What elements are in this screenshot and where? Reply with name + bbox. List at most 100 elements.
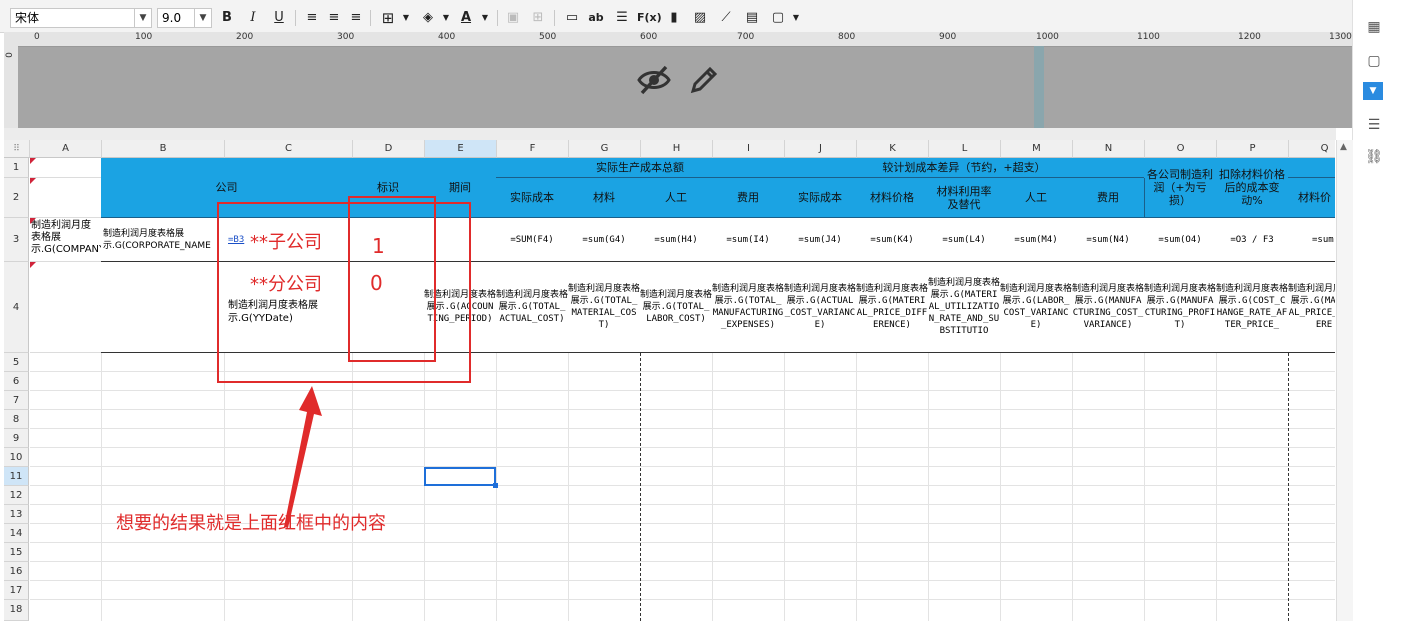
column-header[interactable]: B bbox=[102, 140, 225, 158]
hyperlink-icon[interactable]: ⛓ bbox=[1363, 146, 1385, 168]
chevron-down-icon[interactable]: ▼ bbox=[475, 8, 495, 28]
header-labor[interactable]: 人工 bbox=[640, 178, 713, 218]
align-center-icon[interactable]: ≡ bbox=[324, 8, 344, 28]
cell-j4[interactable]: 制造利润月度表格展示.G(ACTUAL_COST_VARIANCE) bbox=[784, 262, 857, 353]
row-header[interactable]: 5 bbox=[4, 353, 29, 372]
font-family-select[interactable]: 宋体 ▼ bbox=[10, 8, 152, 28]
column-header[interactable]: L bbox=[929, 140, 1001, 158]
cell-i4[interactable]: 制造利润月度表格展示.G(TOTAL_MANUFACTURING_EXPENSE… bbox=[712, 262, 785, 353]
header-expense2[interactable]: 费用 bbox=[1072, 178, 1145, 218]
row-header[interactable]: 9 bbox=[4, 429, 29, 448]
row-header[interactable]: 17 bbox=[4, 581, 29, 600]
align-left-icon[interactable]: ≡ bbox=[302, 8, 322, 28]
column-header[interactable]: P bbox=[1217, 140, 1289, 158]
row-header[interactable]: 3 bbox=[4, 218, 29, 262]
row-header[interactable]: 14 bbox=[4, 524, 29, 543]
text-button[interactable]: ab bbox=[586, 8, 606, 28]
cell-g3[interactable]: =sum(G4) bbox=[568, 218, 641, 262]
row-header[interactable]: 13 bbox=[4, 505, 29, 524]
textbox-icon[interactable]: ▭ bbox=[562, 8, 582, 28]
header-actual-total[interactable]: 实际生产成本总额 bbox=[496, 158, 785, 178]
chevron-down-icon[interactable]: ▼ bbox=[436, 8, 456, 28]
cell-m3[interactable]: =sum(M4) bbox=[1000, 218, 1073, 262]
cell-o4[interactable]: 制造利润月度表格展示.G(MANUFACTURING_PROFIT) bbox=[1144, 262, 1217, 353]
header-material[interactable]: 材料 bbox=[568, 178, 641, 218]
selected-cell[interactable] bbox=[424, 467, 496, 486]
spreadsheet-grid[interactable]: ⠿ A B C D E F G H I J K L M N O P Q 1 2 … bbox=[4, 140, 1335, 621]
cell-a3[interactable]: 制造利润月度表格展示.G(COMPANY bbox=[30, 218, 102, 262]
split-cells-icon[interactable]: ⊞ bbox=[528, 8, 548, 28]
condition-attribute-icon[interactable]: ☰ bbox=[1363, 114, 1385, 136]
form-icon[interactable]: ▤ bbox=[742, 8, 762, 28]
pencil-icon[interactable] bbox=[688, 64, 720, 96]
column-header[interactable]: C bbox=[225, 140, 353, 158]
widget-settings-icon[interactable]: ▼ bbox=[1363, 82, 1383, 100]
cell-a2[interactable] bbox=[30, 178, 102, 218]
column-header[interactable]: G bbox=[569, 140, 641, 158]
diagonal-line-icon[interactable]: ⟋ bbox=[716, 8, 736, 28]
cell-a1[interactable] bbox=[30, 158, 102, 178]
header-plan-diff[interactable]: 较计划成本差异（节约，+超支） bbox=[784, 158, 1145, 178]
cell-a4[interactable] bbox=[30, 262, 102, 353]
cell-border-icon[interactable]: ▢ bbox=[768, 8, 788, 28]
font-size-select[interactable]: 9.0 ▼ bbox=[157, 8, 212, 28]
cell-l4[interactable]: 制造利润月度表格展示.G(MATERIAL_UTILIZATION_RATE_A… bbox=[928, 262, 1001, 353]
cell-b4[interactable] bbox=[101, 262, 225, 353]
select-all-corner[interactable]: ⠿ bbox=[4, 140, 30, 158]
column-header[interactable]: Q bbox=[1289, 140, 1335, 158]
header-actual-cost[interactable]: 实际成本 bbox=[496, 178, 569, 218]
row-header[interactable]: 18 bbox=[4, 600, 29, 621]
bold-button[interactable]: B bbox=[217, 8, 237, 28]
row-header[interactable]: 7 bbox=[4, 391, 29, 410]
row-header[interactable]: 1 bbox=[4, 158, 29, 178]
border-icon[interactable]: ⊞ bbox=[378, 8, 398, 28]
row-header[interactable]: 15 bbox=[4, 543, 29, 562]
bar-chart-icon[interactable]: ▮ bbox=[664, 8, 684, 28]
row-header[interactable]: 2 bbox=[4, 178, 29, 218]
merge-cells-icon[interactable]: ▣ bbox=[503, 8, 523, 28]
cell-n4[interactable]: 制造利润月度表格展示.G(MANUFACTURING_COST_VARIANCE… bbox=[1072, 262, 1145, 353]
cell-k3[interactable]: =sum(K4) bbox=[856, 218, 929, 262]
header-labor2[interactable]: 人工 bbox=[1000, 178, 1073, 218]
column-header[interactable]: M bbox=[1001, 140, 1073, 158]
header-material-price[interactable]: 材料价格 bbox=[856, 178, 929, 218]
cell-o3[interactable]: =sum(O4) bbox=[1144, 218, 1217, 262]
row-header[interactable]: 6 bbox=[4, 372, 29, 391]
row-header[interactable]: 4 bbox=[4, 262, 29, 353]
column-header[interactable]: I bbox=[713, 140, 785, 158]
underline-button[interactable]: U bbox=[269, 8, 289, 28]
cell-m4[interactable]: 制造利润月度表格展示.G(LABOR_COST_VARIANCE) bbox=[1000, 262, 1073, 353]
fill-handle[interactable] bbox=[493, 483, 498, 488]
vertical-scrollbar[interactable]: ▲ bbox=[1336, 140, 1353, 621]
header-profit[interactable]: 各公司制造利润（+为亏损） bbox=[1144, 158, 1217, 218]
header-material-usage[interactable]: 材料利用率及替代 bbox=[928, 178, 1001, 218]
fill-color-icon[interactable]: ◈ bbox=[418, 8, 438, 28]
font-color-button[interactable]: A bbox=[456, 8, 476, 28]
column-header[interactable]: K bbox=[857, 140, 929, 158]
cell-p4[interactable]: 制造利润月度表格展示.G(COST_CHANGE_RATE_AFTER_PRIC… bbox=[1216, 262, 1289, 353]
cell-element-icon[interactable]: ▢ bbox=[1363, 50, 1385, 72]
header-actual-cost2[interactable]: 实际成本 bbox=[784, 178, 857, 218]
header-change[interactable]: 扣除材料价格后的成本变动% bbox=[1216, 158, 1289, 218]
header-q1[interactable] bbox=[1288, 158, 1335, 178]
paragraph-icon[interactable]: ☰ bbox=[612, 8, 632, 28]
eye-off-icon[interactable] bbox=[636, 64, 672, 96]
cell-h4[interactable]: 制造利润月度表格展示.G(TOTAL_LABOR_COST) bbox=[640, 262, 713, 353]
cell-q4[interactable]: 制造利润月度表格展示.G(MATERIAL_PRICE_DIFFERE bbox=[1288, 262, 1335, 353]
cell-h3[interactable]: =sum(H4) bbox=[640, 218, 713, 262]
column-header[interactable]: E bbox=[425, 140, 497, 158]
cell-j3[interactable]: =sum(J4) bbox=[784, 218, 857, 262]
chevron-down-icon[interactable]: ▼ bbox=[396, 8, 416, 28]
image-icon[interactable]: ▨ bbox=[690, 8, 710, 28]
cell-f4[interactable]: 制造利润月度表格展示.G(TOTAL_ACTUAL_COST) bbox=[496, 262, 569, 353]
column-header[interactable]: F bbox=[497, 140, 569, 158]
row-header[interactable]: 8 bbox=[4, 410, 29, 429]
column-header[interactable]: A bbox=[30, 140, 102, 158]
italic-button[interactable]: I bbox=[243, 8, 263, 28]
cell-b3[interactable]: 制造利润月度表格展示.G(CORPORATE_NAME bbox=[101, 218, 225, 262]
column-header[interactable]: D bbox=[353, 140, 425, 158]
cell-i3[interactable]: =sum(I4) bbox=[712, 218, 785, 262]
align-right-icon[interactable]: ≡ bbox=[346, 8, 366, 28]
cell-k4[interactable]: 制造利润月度表格展示.G(MATERIAL_PRICE_DIFFERENCE) bbox=[856, 262, 929, 353]
row-header[interactable]: 10 bbox=[4, 448, 29, 467]
